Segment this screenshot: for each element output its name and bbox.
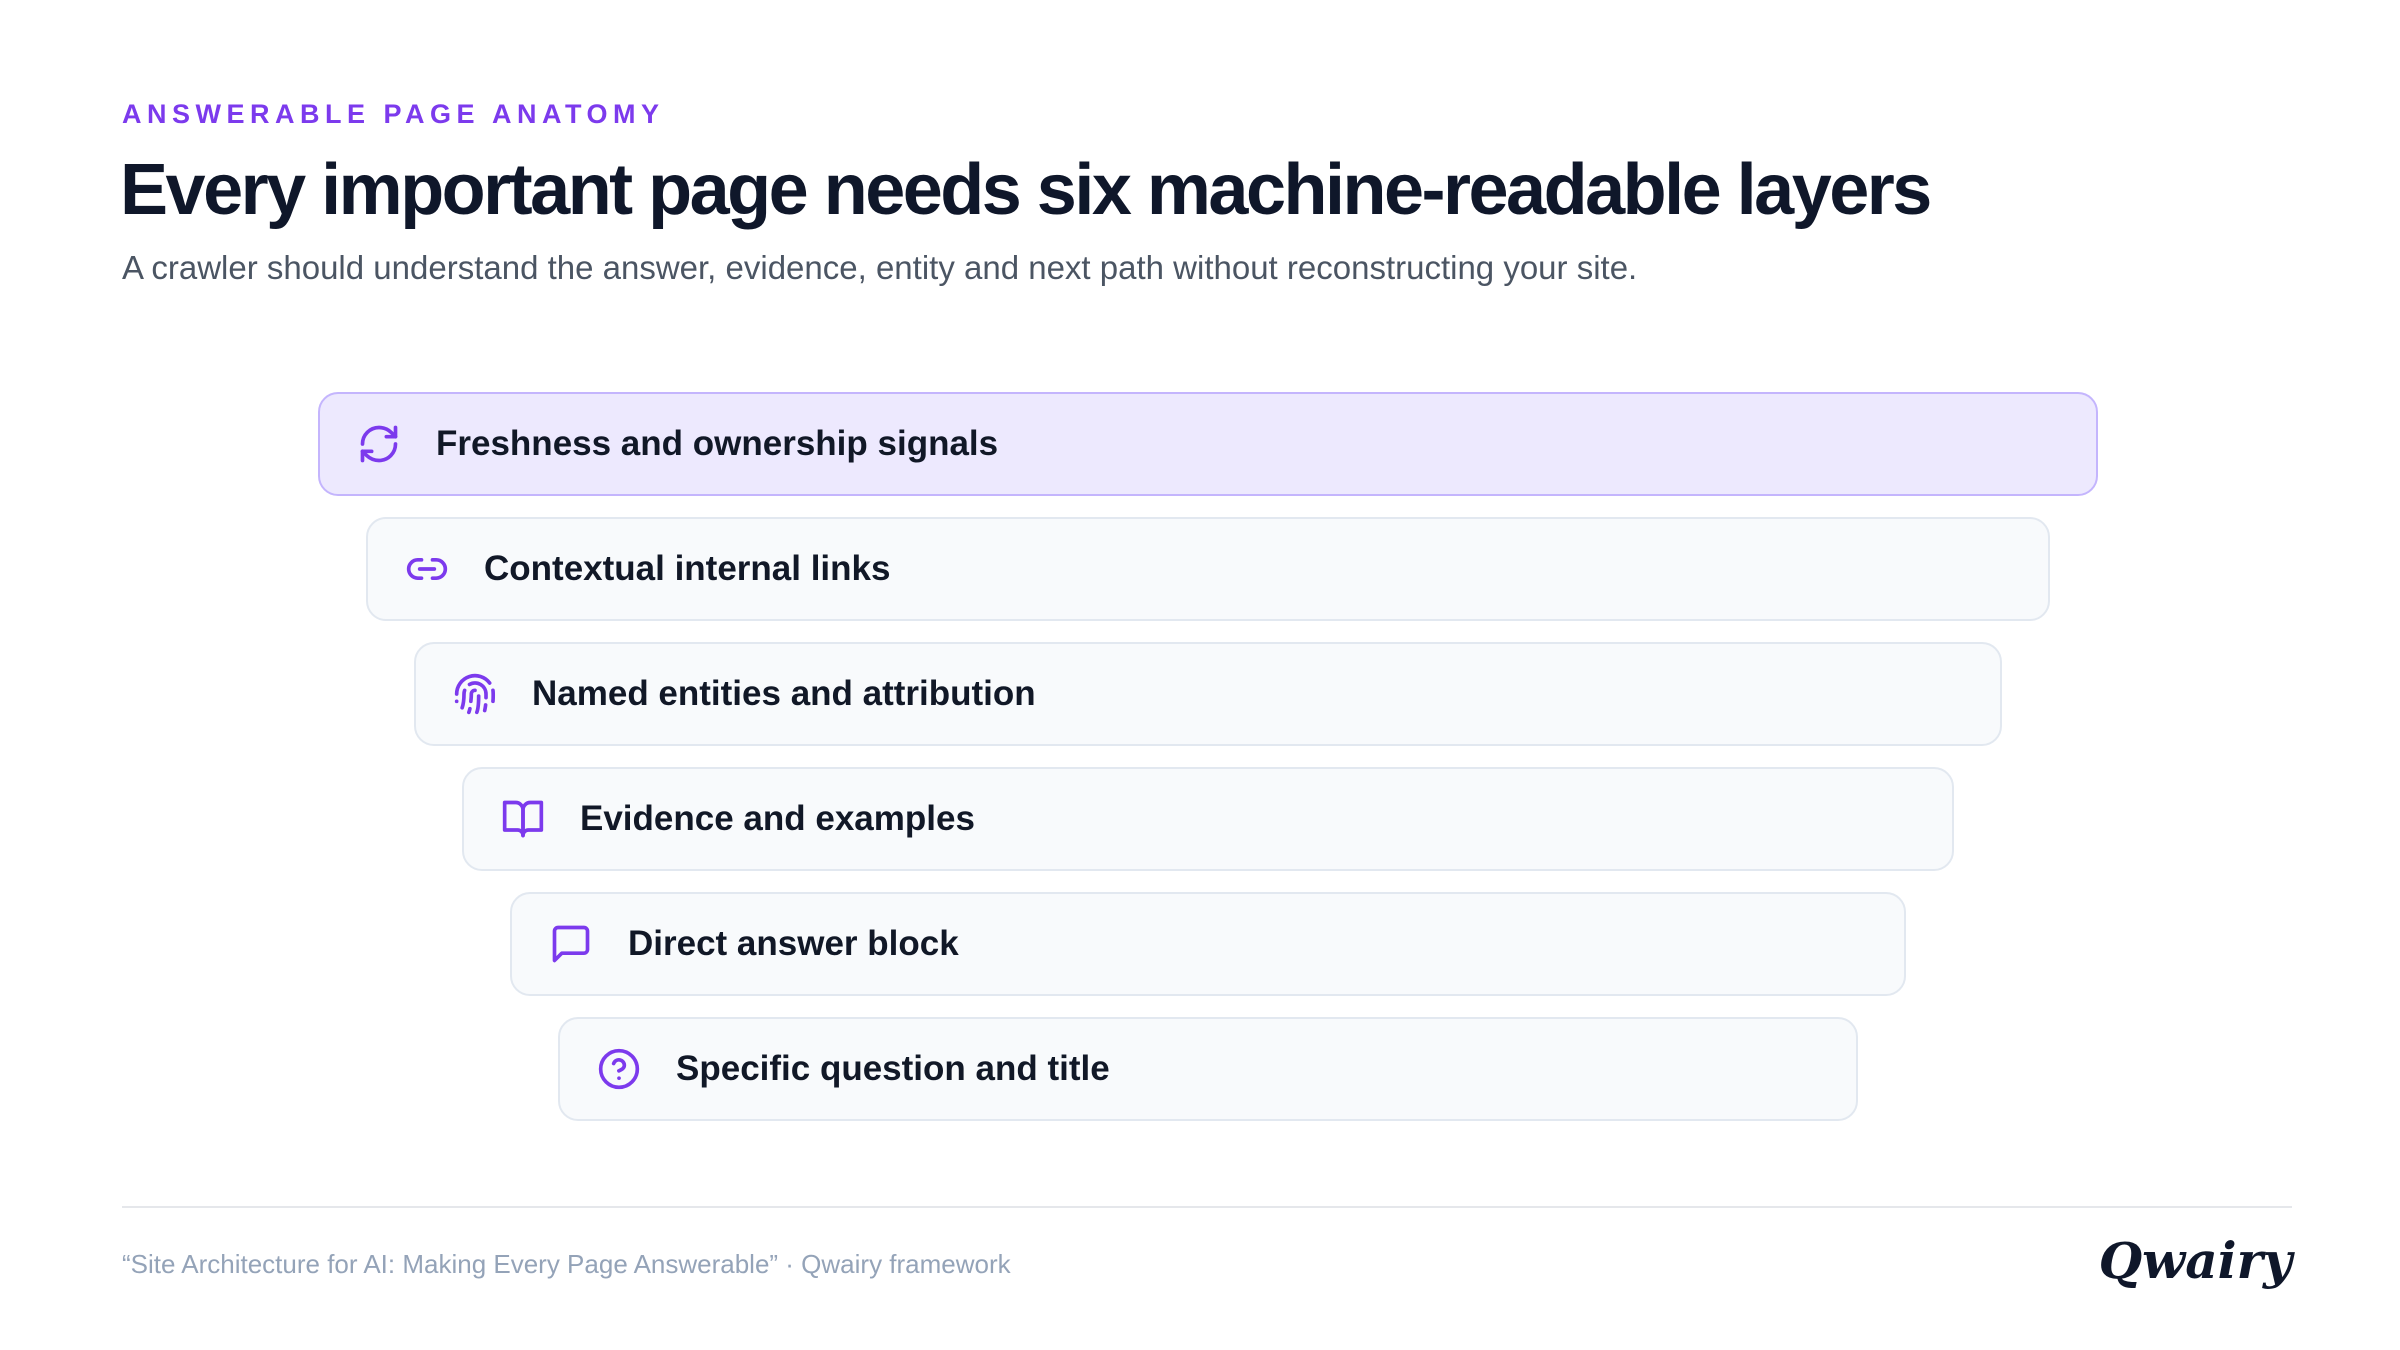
page-subtitle: A crawler should understand the answer, … xyxy=(122,249,1638,286)
message-square-icon xyxy=(549,922,593,966)
layer-question-title: Specific question and title xyxy=(558,1017,1858,1121)
layer-evidence-examples: Evidence and examples xyxy=(462,767,1954,871)
footer-divider xyxy=(122,1206,2292,1208)
open-book-icon xyxy=(501,797,545,841)
layer-label: Freshness and ownership signals xyxy=(436,424,999,463)
layer-direct-answer: Direct answer block xyxy=(510,892,1906,996)
layer-internal-links: Contextual internal links xyxy=(366,517,2050,621)
layer-named-entities: Named entities and attribution xyxy=(414,642,2002,746)
layer-label: Specific question and title xyxy=(676,1049,1110,1088)
link-icon xyxy=(405,547,449,591)
page-title: Every important page needs six machine-r… xyxy=(120,150,1932,230)
layer-label: Contextual internal links xyxy=(484,549,891,588)
qwairy-logo: Qwairy xyxy=(2098,1231,2292,1290)
eyebrow-label: ANSWERABLE PAGE ANATOMY xyxy=(122,99,665,129)
source-citation: “Site Architecture for AI: Making Every … xyxy=(122,1249,1011,1279)
layer-label: Evidence and examples xyxy=(580,799,975,838)
layer-label: Direct answer block xyxy=(628,924,959,963)
fingerprint-icon xyxy=(453,672,497,716)
refresh-icon xyxy=(357,422,401,466)
help-circle-icon xyxy=(597,1047,641,1091)
layer-freshness-ownership: Freshness and ownership signals xyxy=(318,392,2098,496)
layer-label: Named entities and attribution xyxy=(532,674,1036,713)
